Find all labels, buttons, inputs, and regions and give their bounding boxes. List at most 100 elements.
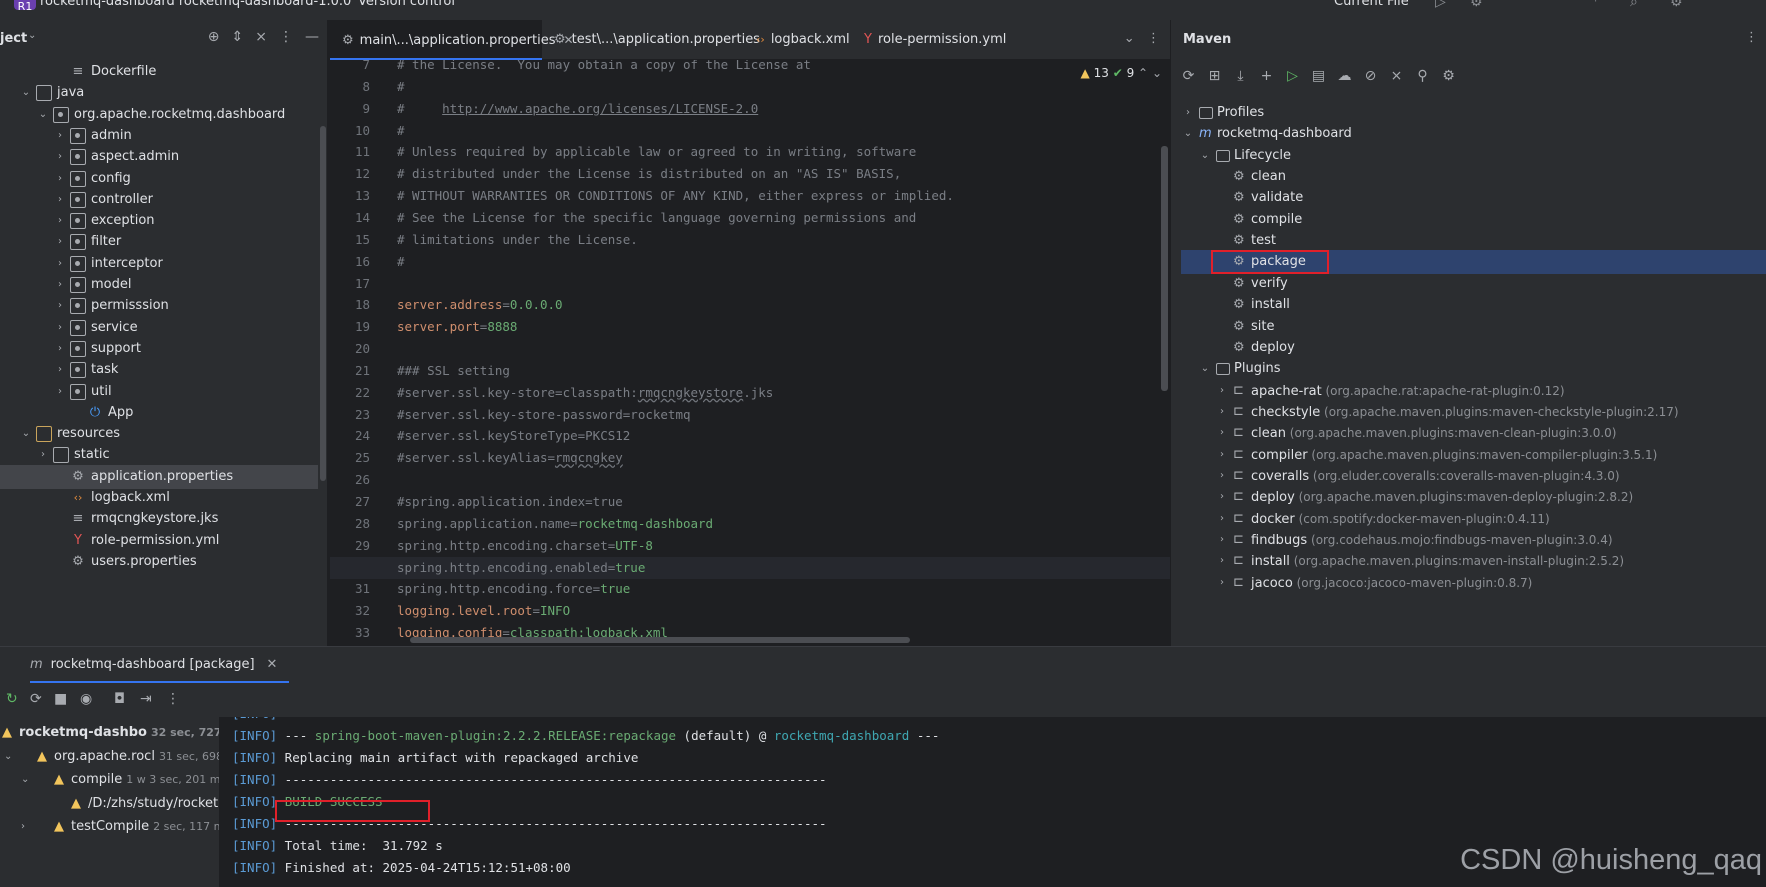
show-dependencies-icon[interactable]: ⚲	[1415, 68, 1430, 92]
code-line[interactable]: # http://www.apache.org/licenses/LICENSE…	[397, 98, 1157, 120]
more-options-icon[interactable]: ⋮	[279, 29, 293, 45]
project-scrollbar[interactable]	[320, 126, 326, 481]
chevron-right-icon[interactable]: ›	[21, 815, 25, 839]
code-line[interactable]: server.address=0.0.0.0	[397, 294, 1157, 316]
console-token: [INFO]	[232, 860, 278, 875]
maven-tree-item[interactable]: › ⊏ jacoco (org.jacoco:jacoco-maven-plugin…	[1181, 571, 1766, 595]
build-tree-label: compile 1 w 3 sec, 201 ms	[71, 768, 220, 792]
warning-icon: ▲	[54, 772, 64, 787]
search-icon[interactable]: ⌕	[1630, 0, 1638, 10]
inspection-widget[interactable]: ▲ 13 ✔ 9 ⌃ ⌄	[1081, 66, 1162, 80]
more-options-icon[interactable]: ⋮	[166, 691, 180, 707]
more-options-icon[interactable]: ⋮	[1745, 30, 1758, 45]
settings-icon[interactable]: ⚙	[1670, 0, 1683, 10]
chevron-down-icon[interactable]: ⌄	[4, 745, 12, 769]
editor-horizontal-scrollbar[interactable]	[410, 637, 910, 643]
code-line[interactable]: # the License. You may obtain a copy of …	[397, 60, 1157, 76]
project-badge[interactable]: R1	[14, 0, 36, 13]
code-line[interactable]: server.port=8888	[397, 316, 1157, 338]
reload-icon[interactable]: ⟳	[1181, 68, 1196, 92]
code-token: .jks	[743, 384, 774, 400]
maven-panel: Maven ⋮ ⟳ ⊞ ⤓ + ▷ ▤ ☁ ⊘ ⨯ ⚲ ⚙ › Profiles ⌄ m rocketmq-…	[1170, 20, 1766, 646]
code-line[interactable]: #	[397, 120, 1157, 142]
add-project-icon[interactable]: ⊞	[1207, 68, 1222, 92]
settings-icon[interactable]: ⚙	[1441, 68, 1456, 92]
chevron-down-icon[interactable]: ⌄	[21, 768, 29, 792]
editor-tab[interactable]: ⚙ main\...\application.properties ✕	[330, 20, 574, 60]
code-line[interactable]: # distributed under the License is distr…	[397, 163, 1157, 185]
export-icon[interactable]: ⇥	[140, 691, 152, 707]
run-configuration-selector[interactable]: Current File	[1334, 0, 1409, 9]
code-line[interactable]: #server.ssl.keyAlias=rmqcngkey	[397, 447, 1157, 469]
code-line[interactable]: #server.ssl.key-store-password=rocketmq	[397, 404, 1157, 426]
hide-icon[interactable]: —	[305, 29, 319, 45]
stop-icon[interactable]: ■	[54, 691, 67, 707]
console-token: (default) @	[676, 728, 774, 743]
next-highlight-icon[interactable]: ⌄	[1152, 66, 1162, 80]
code-line[interactable]: #spring.application.index=true	[397, 491, 1157, 513]
run-icon[interactable]: ▷	[1285, 68, 1300, 92]
code-line[interactable]: logging.level.root=INFO	[397, 600, 1157, 622]
project-selector[interactable]: rocketmq-dashboard rocketmq-dashboard-1.…	[40, 0, 351, 9]
code-line[interactable]: ### SSL setting	[397, 360, 1157, 382]
build-step-duration: 1 w 3 sec, 201 ms	[126, 773, 220, 786]
warning-icon: ▲	[71, 795, 81, 811]
build-tree-item[interactable]: ⌄ ▲ org.apache.rocl31 sec, 698 ms	[0, 745, 219, 769]
code-line[interactable]: # See the License for the specific langu…	[397, 207, 1157, 229]
prev-highlight-icon[interactable]: ⌃	[1138, 66, 1148, 80]
build-tree-item[interactable]: ⌄ ▲ compile 1 w 3 sec, 201 ms	[0, 768, 220, 792]
run-icon[interactable]: ▷	[1435, 0, 1446, 10]
add-user-icon[interactable]: ⁺	[1592, 0, 1599, 10]
build-step-duration: 31 sec, 698 ms	[158, 749, 219, 763]
code-line[interactable]: #server.ssl.key-store=classpath:rmqcngke…	[397, 382, 1157, 404]
eye-icon[interactable]: ◉	[80, 691, 92, 707]
code-line[interactable]	[397, 469, 1157, 491]
camera-icon[interactable]: ◘	[114, 691, 125, 707]
chevron-right-icon[interactable]: ›	[1215, 571, 1229, 595]
editor-vertical-scrollbar[interactable]	[1161, 146, 1168, 391]
skip-tests-icon[interactable]: ⊘	[1363, 68, 1378, 92]
build-tree-item[interactable]: ▲ /D:/zhs/study/rocketmq	[0, 792, 219, 816]
code-token: spring.http.encoding.enabled	[397, 559, 608, 575]
editor-tab[interactable]: ‹› logback.xml	[744, 20, 852, 60]
run-tab[interactable]: m rocketmq-dashboard [package] ✕	[30, 647, 290, 683]
code-token: # the License. You may obtain a copy of …	[397, 60, 811, 72]
code-line[interactable]: #	[397, 76, 1157, 98]
editor-tab[interactable]: ⚙ test\...\application.properties	[542, 20, 760, 60]
close-icon[interactable]: ✕	[267, 657, 278, 672]
code-line[interactable]: # limitations under the License.	[397, 229, 1157, 251]
download-icon[interactable]: ⤓	[1233, 68, 1248, 92]
project-panel-title[interactable]: ject	[0, 31, 27, 46]
expand-all-icon[interactable]: ⇕	[232, 29, 244, 45]
console-token: Total time: 31.792 s	[277, 838, 443, 853]
collapse-all-icon[interactable]: ⨯	[255, 29, 267, 45]
code-line[interactable]: # Unless required by applicable law or a…	[397, 141, 1157, 163]
code-line[interactable]: spring.http.encoding.force=true	[397, 578, 1157, 600]
debug-icon[interactable]: ⚙	[1470, 0, 1483, 10]
plus-icon[interactable]: +	[1259, 68, 1274, 92]
chevron-down-icon[interactable]: ⌄	[28, 30, 36, 41]
rerun-icon[interactable]: ↻	[6, 691, 18, 707]
code-area[interactable]: # the License. You may obtain a copy of …	[397, 60, 1157, 646]
code-line[interactable]: spring.application.name=rocketmq-dashboa…	[397, 513, 1157, 535]
rerun-failed-icon[interactable]: ⟳	[30, 691, 42, 707]
execute-goal-icon[interactable]: ▤	[1311, 68, 1326, 92]
code-line[interactable]: # WITHOUT WARRANTIES OR CONDITIONS OF AN…	[397, 185, 1157, 207]
code-line[interactable]: #	[397, 251, 1157, 273]
code-line[interactable]: spring.http.encoding.charset=UTF-8	[397, 535, 1157, 557]
version-control-menu[interactable]: Version control	[358, 0, 455, 9]
locate-icon[interactable]: ⊕	[208, 29, 220, 45]
editor-tab[interactable]: Yrole-permission.yml	[852, 20, 1006, 60]
project-tree-item[interactable]: ⚙ users.properties	[0, 550, 318, 574]
code-line[interactable]: spring.http.encoding.enabled=true	[397, 557, 1157, 579]
code-line[interactable]: #server.ssl.keyStoreType=PKCS12	[397, 425, 1157, 447]
collapse-icon[interactable]: ⨯	[1389, 68, 1404, 92]
console-line: [INFO]	[232, 717, 277, 725]
build-tree-item[interactable]: ▲ rocketmq-dashbo32 sec, 727 ms	[0, 721, 219, 745]
more-tabs-icon[interactable]: ⌄ ⋮	[1124, 31, 1160, 46]
build-tree-item[interactable]: › ▲ testCompile2 sec, 117 ms	[0, 815, 219, 839]
code-line[interactable]	[397, 273, 1157, 295]
code-line[interactable]	[397, 338, 1157, 360]
offline-icon[interactable]: ☁	[1337, 68, 1352, 92]
code-link[interactable]: http://www.apache.org/licenses/LICENSE-2…	[442, 101, 758, 116]
